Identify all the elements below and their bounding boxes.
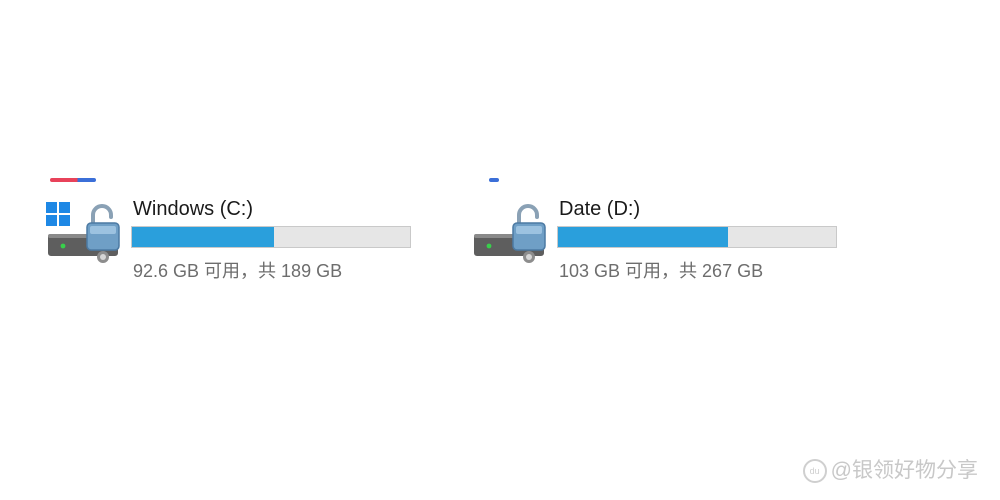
windows-logo-icon <box>46 202 70 226</box>
hard-drive-lock-icon <box>46 202 120 263</box>
drive-name: Date (D:) <box>559 198 641 220</box>
drive-space-text: 103 GB 可用，共 267 GB <box>559 261 764 281</box>
storage-usage-bar <box>131 226 411 248</box>
watermark: du @银领好物分享 <box>802 454 978 484</box>
partial-item-strip <box>50 178 96 182</box>
storage-usage-bar <box>557 226 837 248</box>
watermark-text: @银领好物分享 <box>830 459 978 482</box>
drive-name: Windows (C:) <box>133 198 254 220</box>
storage-usage-fill <box>558 227 728 247</box>
storage-usage-fill <box>132 227 274 247</box>
drive-item-d[interactable]: Date (D:) 103 GB 可用，共 267 GB <box>470 178 850 288</box>
drive-space-text: 92.6 GB 可用，共 189 GB <box>133 261 343 281</box>
baidu-paw-icon: du <box>802 459 827 484</box>
hard-drive-lock-icon <box>474 204 546 263</box>
drive-item-c[interactable]: Windows (C:) 92.6 GB 可用，共 189 GB <box>44 178 424 288</box>
partial-item-strip <box>489 178 499 182</box>
